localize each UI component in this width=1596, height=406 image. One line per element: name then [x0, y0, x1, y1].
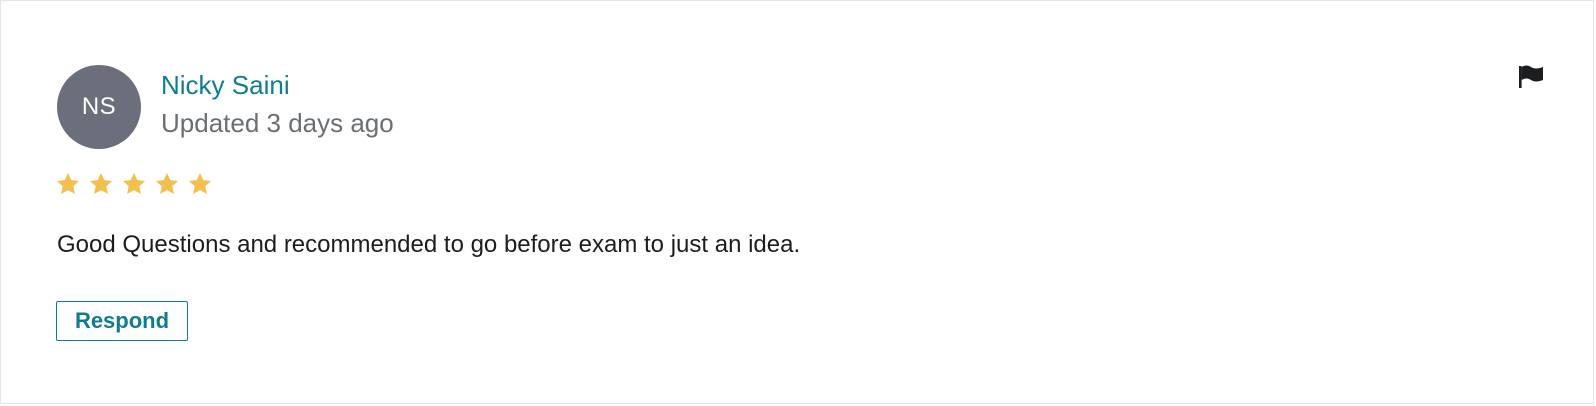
updated-timestamp: Updated 3 days ago	[161, 108, 394, 138]
author-name-link[interactable]: Nicky Saini	[161, 69, 290, 101]
star-icon	[188, 172, 212, 194]
star-icon	[89, 172, 113, 194]
star-icon	[122, 172, 146, 194]
respond-button[interactable]: Respond	[56, 301, 188, 341]
flag-icon[interactable]	[1516, 61, 1546, 91]
star-icon	[155, 172, 179, 194]
star-rating	[55, 171, 213, 197]
avatar-initials: NS	[81, 93, 117, 120]
avatar: NS	[57, 65, 141, 149]
review-card: NS Nicky Saini Updated 3 days ago Good Q…	[0, 0, 1594, 404]
star-icon	[56, 172, 80, 194]
review-text: Good Questions and recommended to go bef…	[57, 231, 801, 258]
